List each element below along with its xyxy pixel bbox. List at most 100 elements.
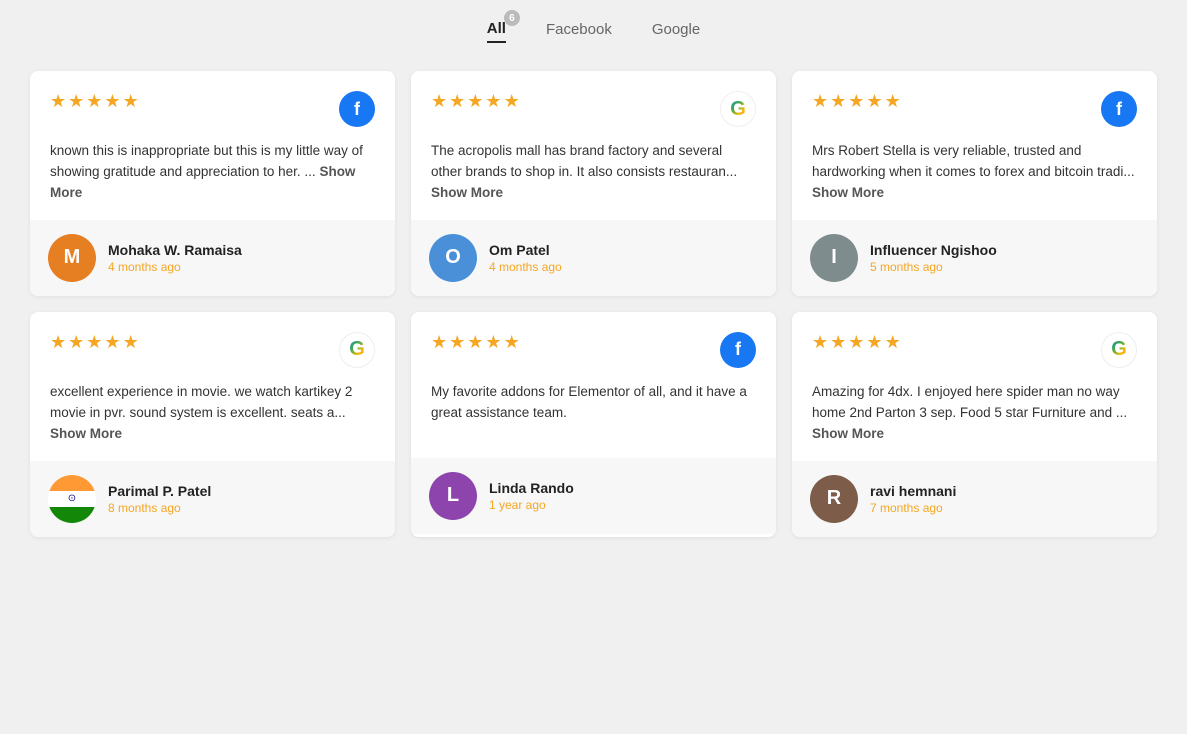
star-icon: ★ — [467, 332, 483, 353]
facebook-icon: f — [339, 91, 375, 127]
reviewer-time: 4 months ago — [489, 260, 562, 274]
star-icon: ★ — [467, 91, 483, 112]
reviews-grid: ★★★★★ f known this is inappropriate but … — [30, 71, 1157, 537]
show-more-link[interactable]: Show More — [812, 185, 884, 200]
show-more-link[interactable]: Show More — [50, 426, 122, 441]
star-icon: ★ — [104, 91, 120, 112]
tab-google-label: Google — [652, 21, 700, 38]
reviewer-time: 5 months ago — [870, 260, 997, 274]
star-icon: ★ — [50, 91, 66, 112]
card-footer: M Mohaka W. Ramaisa 4 months ago — [30, 220, 395, 296]
google-icon: G — [1101, 332, 1137, 368]
star-icon: ★ — [104, 332, 120, 353]
star-icon: ★ — [68, 91, 84, 112]
star-icon: ★ — [866, 332, 882, 353]
reviewer-time: 1 year ago — [489, 498, 574, 512]
tab-all[interactable]: All 6 — [487, 20, 506, 43]
reviewer-name: Linda Rando — [489, 480, 574, 496]
reviewer-info: ravi hemnani 7 months ago — [870, 483, 956, 515]
card-footer: I Influencer Ngishoo 5 months ago — [792, 220, 1157, 296]
review-card-1: ★★★★★ f known this is inappropriate but … — [30, 71, 395, 296]
tab-all-badge: 6 — [504, 10, 520, 26]
reviewer-info: Om Patel 4 months ago — [489, 242, 562, 274]
review-text: known this is inappropriate but this is … — [50, 141, 375, 204]
reviewer-time: 8 months ago — [108, 501, 211, 515]
review-card-4: ★★★★★ G excellent experience in movie. w… — [30, 312, 395, 537]
tab-google[interactable]: Google — [652, 21, 700, 42]
star-icon: ★ — [86, 91, 102, 112]
card-footer: L Linda Rando 1 year ago — [411, 458, 776, 534]
card-footer: ⊙ Parimal P. Patel 8 months ago — [30, 461, 395, 537]
star-icon: ★ — [449, 332, 465, 353]
card-footer: R ravi hemnani 7 months ago — [792, 461, 1157, 537]
star-icon: ★ — [68, 332, 84, 353]
star-icon: ★ — [449, 91, 465, 112]
star-icon: ★ — [812, 332, 828, 353]
star-icon: ★ — [885, 332, 901, 353]
show-more-link[interactable]: Show More — [812, 426, 884, 441]
tab-facebook-label: Facebook — [546, 21, 612, 38]
reviewer-name: Mohaka W. Ramaisa — [108, 242, 242, 258]
avatar: M — [48, 234, 96, 282]
facebook-icon: f — [720, 332, 756, 368]
avatar: R — [810, 475, 858, 523]
star-icon: ★ — [504, 91, 520, 112]
review-card-5: ★★★★★ f My favorite addons for Elementor… — [411, 312, 776, 537]
review-text: The acropolis mall has brand factory and… — [431, 141, 756, 204]
review-card-6: ★★★★★ G Amazing for 4dx. I enjoyed here … — [792, 312, 1157, 537]
card-header: ★★★★★ f — [812, 91, 1137, 127]
card-body: ★★★★★ G The acropolis mall has brand fac… — [411, 71, 776, 220]
reviewer-info: Mohaka W. Ramaisa 4 months ago — [108, 242, 242, 274]
reviewer-info: Parimal P. Patel 8 months ago — [108, 483, 211, 515]
star-icon: ★ — [485, 332, 501, 353]
review-text: excellent experience in movie. we watch … — [50, 382, 375, 445]
card-body: ★★★★★ G Amazing for 4dx. I enjoyed here … — [792, 312, 1157, 461]
show-more-link[interactable]: Show More — [50, 164, 355, 200]
avatar: O — [429, 234, 477, 282]
star-icon: ★ — [50, 332, 66, 353]
reviewer-info: Linda Rando 1 year ago — [489, 480, 574, 512]
show-more-link[interactable]: Show More — [431, 185, 503, 200]
star-icon: ★ — [431, 332, 447, 353]
review-text: Amazing for 4dx. I enjoyed here spider m… — [812, 382, 1137, 445]
star-icon: ★ — [866, 91, 882, 112]
tab-bar: All 6 Facebook Google — [30, 20, 1157, 43]
review-card-2: ★★★★★ G The acropolis mall has brand fac… — [411, 71, 776, 296]
card-body: ★★★★★ G excellent experience in movie. w… — [30, 312, 395, 461]
reviewer-info: Influencer Ngishoo 5 months ago — [870, 242, 997, 274]
star-rating: ★★★★★ — [50, 91, 139, 112]
card-header: ★★★★★ f — [50, 91, 375, 127]
card-header: ★★★★★ G — [50, 332, 375, 368]
star-icon: ★ — [830, 91, 846, 112]
star-rating: ★★★★★ — [431, 91, 520, 112]
star-icon: ★ — [123, 91, 139, 112]
star-icon: ★ — [86, 332, 102, 353]
avatar: I — [810, 234, 858, 282]
facebook-icon: f — [1101, 91, 1137, 127]
google-icon: G — [720, 91, 756, 127]
avatar: L — [429, 472, 477, 520]
tab-facebook[interactable]: Facebook — [546, 21, 612, 42]
avatar: ⊙ — [48, 475, 96, 523]
card-body: ★★★★★ f known this is inappropriate but … — [30, 71, 395, 220]
star-icon: ★ — [830, 332, 846, 353]
star-icon: ★ — [504, 332, 520, 353]
star-icon: ★ — [123, 332, 139, 353]
star-icon: ★ — [848, 91, 864, 112]
review-card-3: ★★★★★ f Mrs Robert Stella is very reliab… — [792, 71, 1157, 296]
review-text: Mrs Robert Stella is very reliable, trus… — [812, 141, 1137, 204]
star-rating: ★★★★★ — [431, 332, 520, 353]
star-rating: ★★★★★ — [812, 332, 901, 353]
reviewer-name: Om Patel — [489, 242, 562, 258]
star-icon: ★ — [485, 91, 501, 112]
card-footer: O Om Patel 4 months ago — [411, 220, 776, 296]
reviewer-name: Influencer Ngishoo — [870, 242, 997, 258]
star-icon: ★ — [431, 91, 447, 112]
card-header: ★★★★★ f — [431, 332, 756, 368]
star-icon: ★ — [812, 91, 828, 112]
reviewer-time: 7 months ago — [870, 501, 956, 515]
reviewer-name: ravi hemnani — [870, 483, 956, 499]
google-icon: G — [339, 332, 375, 368]
star-icon: ★ — [848, 332, 864, 353]
star-rating: ★★★★★ — [50, 332, 139, 353]
